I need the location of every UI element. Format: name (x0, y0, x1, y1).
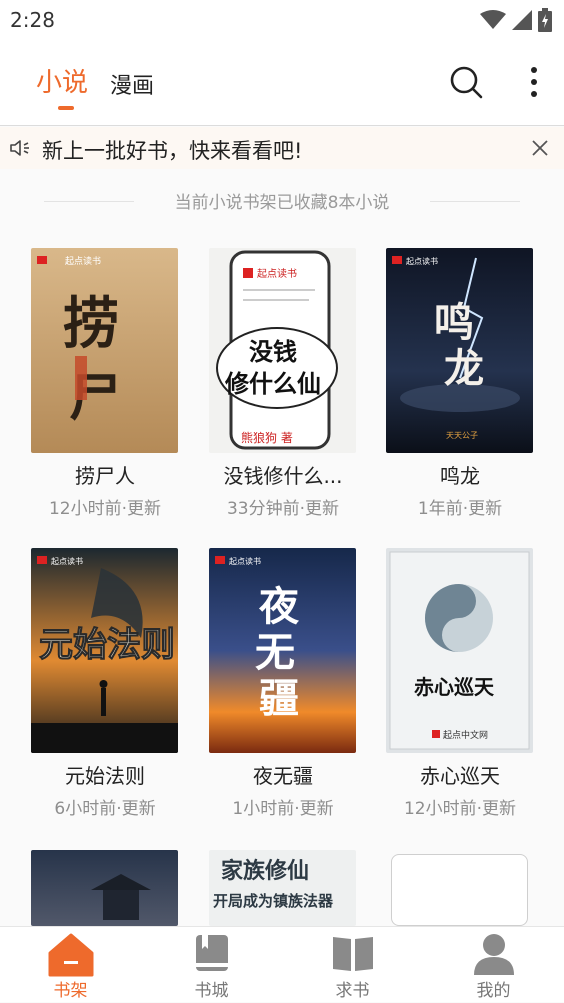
book-cover-placeholder[interactable] (391, 854, 528, 926)
book-cover[interactable]: 起点读书 鸣 龙 天天公子 (386, 248, 533, 453)
svg-text:龙: 龙 (444, 345, 484, 392)
open-book-icon (332, 937, 373, 971)
book-cover[interactable]: 起点读书 没钱 修什么仙 熊狼狗 著 (209, 248, 356, 453)
status-time: 2:28 (10, 8, 55, 32)
book-update-time: 1小时前·更新 (232, 799, 334, 819)
svg-text:起点读书: 起点读书 (51, 556, 83, 566)
bottom-nav-label: 我的 (476, 981, 511, 1001)
svg-text:疆: 疆 (259, 675, 299, 722)
book-update-time: 6小时前·更新 (54, 799, 156, 819)
book-update-time: 12小时前·更新 (48, 499, 162, 519)
svg-text:元始法则: 元始法则 (39, 625, 175, 665)
tab-indicator (58, 106, 74, 110)
svg-text:熊狼狗 著: 熊狼狗 著 (241, 430, 293, 445)
speaker-icon (10, 140, 29, 156)
bottom-nav-request[interactable]: 求书 (282, 927, 423, 1003)
book-cover[interactable]: 起点读书 元始法则 (31, 548, 178, 753)
svg-text:起点读书: 起点读书 (257, 267, 297, 280)
book-update-time: 12小时前·更新 (403, 799, 517, 819)
shelf-count: 当前小说书架已收藏8本小说 (0, 188, 564, 216)
svg-text:起点中文网: 起点中文网 (443, 729, 488, 741)
svg-text:起点读书: 起点读书 (406, 256, 438, 266)
battery-icon (538, 8, 552, 32)
svg-text:开局成为镇族法器: 开局成为镇族法器 (213, 892, 334, 910)
shelf-count-text: 当前小说书架已收藏8本小说 (174, 193, 390, 213)
book-title: 捞尸人 (75, 464, 135, 488)
svg-text:赤心巡天: 赤心巡天 (414, 675, 495, 699)
notice-text: 新上一批好书，快来看看吧! (42, 139, 303, 163)
status-icons (480, 6, 552, 34)
bookshelf-icon (48, 933, 93, 977)
book-icon (195, 935, 228, 971)
notice-bar[interactable]: 新上一批好书，快来看看吧! (0, 127, 564, 169)
svg-text:起点读书: 起点读书 (229, 556, 261, 566)
book-title: 元始法则 (65, 764, 145, 788)
book-cover[interactable]: 赤心巡天 起点中文网 (386, 548, 533, 753)
book-update-time: 1年前·更新 (417, 499, 503, 519)
bottom-nav-label: 书架 (53, 981, 88, 1001)
book-cover[interactable]: 家族修仙 开局成为镇族法器 (209, 850, 356, 926)
svg-text:无: 无 (255, 629, 295, 676)
book-title: 赤心巡天 (420, 764, 500, 788)
bottom-nav-label: 书城 (194, 981, 229, 1001)
tab-comic[interactable]: 漫画 (110, 68, 154, 100)
bottom-nav-bookstore[interactable]: 书城 (141, 927, 282, 1003)
svg-text:捞: 捞 (63, 291, 119, 357)
svg-text:家族修仙: 家族修仙 (221, 858, 309, 884)
bottom-nav-bookshelf[interactable]: 书架 (0, 927, 141, 1003)
divider-line (430, 201, 520, 202)
book-cover[interactable] (31, 850, 178, 926)
bottom-nav-label: 求书 (335, 981, 370, 1001)
user-icon (473, 934, 514, 975)
book-update-time: 33分钟前·更新 (226, 499, 340, 519)
close-icon[interactable] (528, 136, 552, 160)
search-icon[interactable] (448, 64, 484, 100)
book-cover[interactable]: 起点读书 捞 尸 (31, 248, 178, 453)
svg-text:鸣: 鸣 (434, 299, 474, 346)
tab-novel[interactable]: 小说 (36, 62, 88, 99)
more-menu-icon[interactable] (522, 64, 546, 100)
wifi-icon (480, 10, 506, 29)
divider-line (44, 201, 134, 202)
svg-text:起点读书: 起点读书 (65, 255, 101, 267)
book-cover[interactable]: 起点读书 夜 无 疆 (209, 548, 356, 753)
svg-text:天天公子: 天天公子 (446, 431, 478, 440)
svg-text:修什么仙: 修什么仙 (224, 370, 321, 398)
top-nav: 小说 漫画 (0, 40, 564, 126)
status-bar: 2:28 (0, 0, 564, 40)
bottom-nav-profile[interactable]: 我的 (423, 927, 564, 1003)
book-title: 夜无疆 (253, 764, 313, 788)
book-title: 鸣龙 (440, 464, 480, 488)
book-title: 没钱修什么... (223, 464, 343, 488)
bottom-nav: 书架 书城 求书 我的 (0, 926, 564, 1002)
cell-signal-icon (512, 10, 532, 30)
svg-text:没钱: 没钱 (249, 338, 297, 366)
svg-text:夜: 夜 (258, 583, 300, 630)
